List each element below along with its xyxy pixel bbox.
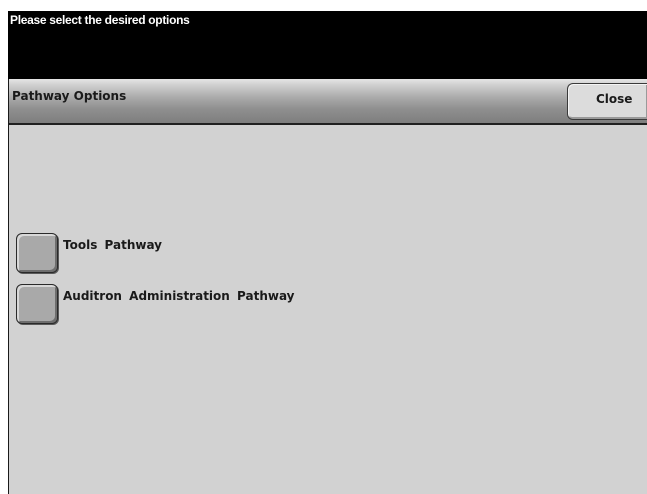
copier-touchscreen: Please select the desired options Pathwa… [0, 0, 647, 494]
auditron-administration-pathway-label: Auditron Administration Pathway [63, 289, 295, 303]
message-bar: Please select the desired options [8, 11, 647, 79]
tools-pathway-label: Tools Pathway [63, 238, 162, 252]
auditron-administration-pathway-button[interactable] [16, 284, 58, 324]
panel-header: Pathway Options Close [9, 79, 647, 125]
message-text: Please select the desired options [10, 13, 190, 27]
close-button-label: Close [596, 92, 633, 106]
panel-title: Pathway Options [12, 89, 127, 103]
tools-pathway-button[interactable] [16, 233, 58, 273]
auditron-administration-pathway-option[interactable]: Auditron Administration Pathway [16, 284, 336, 324]
pathway-options-panel: Pathway Options Close Tools Pathway Audi… [8, 79, 647, 494]
close-button[interactable]: Close [567, 83, 647, 120]
tools-pathway-option[interactable]: Tools Pathway [16, 233, 336, 273]
